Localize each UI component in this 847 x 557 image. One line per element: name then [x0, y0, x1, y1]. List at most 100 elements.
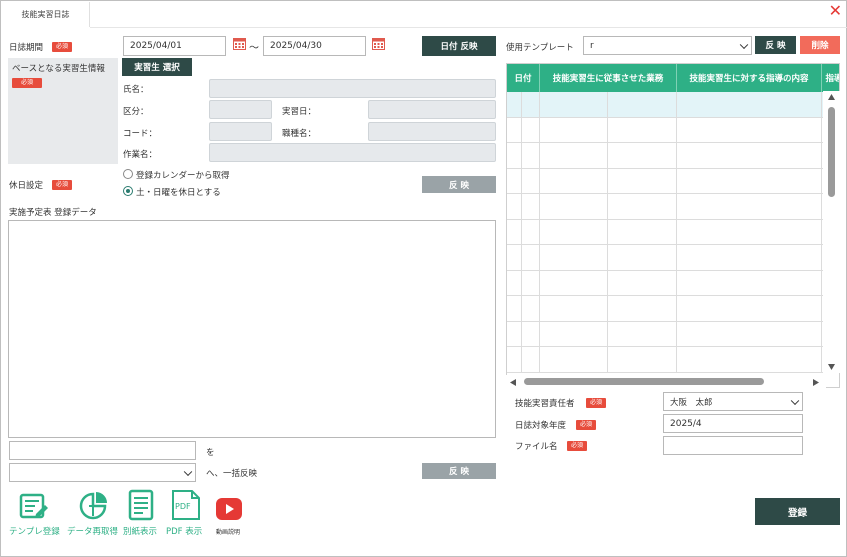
- grid-col-instructor[interactable]: 指導: [822, 64, 839, 92]
- table-cell[interactable]: [540, 270, 608, 295]
- table-cell[interactable]: [540, 143, 608, 168]
- table-cell[interactable]: [522, 143, 540, 168]
- table-cell[interactable]: [608, 117, 677, 142]
- scroll-up-icon[interactable]: [827, 93, 836, 101]
- table-cell[interactable]: [507, 143, 522, 168]
- table-cell[interactable]: [507, 245, 522, 270]
- table-cell[interactable]: [507, 347, 522, 372]
- table-row[interactable]: [507, 245, 825, 271]
- table-cell[interactable]: [540, 117, 608, 142]
- template-select[interactable]: r: [583, 36, 752, 55]
- scroll-left-icon[interactable]: [509, 378, 517, 387]
- period-to-input[interactable]: 2025/04/30: [263, 36, 366, 56]
- table-cell[interactable]: [540, 347, 608, 372]
- table-cell[interactable]: [522, 219, 540, 244]
- table-cell[interactable]: [608, 245, 677, 270]
- table-row[interactable]: [507, 296, 825, 322]
- template-register-label[interactable]: テンプレ登録: [9, 525, 60, 537]
- bulk-target-select[interactable]: [9, 463, 196, 482]
- table-cell[interactable]: [507, 194, 522, 219]
- table-cell[interactable]: [540, 296, 608, 321]
- table-cell[interactable]: [540, 219, 608, 244]
- pdf-icon[interactable]: PDF: [170, 489, 202, 521]
- delete-template-button[interactable]: 削除: [800, 36, 840, 54]
- select-trainee-button[interactable]: 実習生 選択: [122, 58, 192, 76]
- template-register-icon[interactable]: [19, 492, 49, 522]
- grid-col-work[interactable]: 技能実習生に従事させた業務: [540, 64, 677, 92]
- responsible-select[interactable]: 大阪 太郎: [663, 392, 803, 411]
- table-row[interactable]: [507, 143, 825, 169]
- filename-input[interactable]: [663, 436, 803, 455]
- youtube-icon[interactable]: [216, 498, 242, 520]
- table-row[interactable]: [507, 168, 825, 194]
- table-cell[interactable]: [507, 219, 522, 244]
- table-cell[interactable]: [507, 92, 522, 117]
- close-icon[interactable]: ✕: [829, 3, 842, 19]
- apply-template-button[interactable]: 反 映: [755, 36, 796, 54]
- table-cell[interactable]: [677, 194, 822, 219]
- table-cell[interactable]: [608, 194, 677, 219]
- table-cell[interactable]: [677, 296, 822, 321]
- bulk-apply-button[interactable]: 反 映: [422, 463, 496, 479]
- table-cell[interactable]: [608, 321, 677, 346]
- table-cell[interactable]: [522, 296, 540, 321]
- table-row[interactable]: [507, 92, 825, 118]
- grid-col-guidance[interactable]: 技能実習生に対する指導の内容: [677, 64, 822, 92]
- table-cell[interactable]: [608, 219, 677, 244]
- table-cell[interactable]: [677, 92, 822, 117]
- table-cell[interactable]: [677, 117, 822, 142]
- table-row[interactable]: [507, 321, 825, 347]
- table-cell[interactable]: [608, 168, 677, 193]
- table-cell[interactable]: [677, 168, 822, 193]
- video-help-label[interactable]: 動画説明: [216, 527, 240, 536]
- table-cell[interactable]: [677, 321, 822, 346]
- table-cell[interactable]: [522, 168, 540, 193]
- table-cell[interactable]: [540, 168, 608, 193]
- holiday-weekend-radio[interactable]: [123, 186, 133, 196]
- grid-horizontal-scrollbar[interactable]: [506, 375, 826, 389]
- tab-practice-diary[interactable]: 技能実習日誌: [2, 2, 90, 27]
- table-row[interactable]: [507, 347, 825, 373]
- table-cell[interactable]: [608, 296, 677, 321]
- table-cell[interactable]: [677, 347, 822, 372]
- table-cell[interactable]: [507, 321, 522, 346]
- table-cell[interactable]: [522, 245, 540, 270]
- table-cell[interactable]: [540, 245, 608, 270]
- grid-col-date[interactable]: 日付: [507, 64, 540, 92]
- document-icon[interactable]: [128, 489, 154, 521]
- table-row[interactable]: [507, 270, 825, 296]
- vertical-scroll-thumb[interactable]: [828, 107, 835, 197]
- holiday-option-calendar[interactable]: 登録カレンダーから取得: [136, 169, 230, 181]
- apply-date-button[interactable]: 日付 反映: [422, 36, 496, 56]
- bulk-source-input[interactable]: [9, 441, 196, 460]
- holiday-option-weekend[interactable]: 土・日曜を休日とする: [136, 186, 221, 198]
- table-cell[interactable]: [677, 219, 822, 244]
- schedule-textarea[interactable]: [8, 220, 496, 438]
- table-cell[interactable]: [608, 270, 677, 295]
- target-year-input[interactable]: 2025/4: [663, 414, 803, 433]
- table-cell[interactable]: [540, 321, 608, 346]
- table-row[interactable]: [507, 117, 825, 143]
- horizontal-scroll-thumb[interactable]: [524, 378, 764, 385]
- table-row[interactable]: [507, 219, 825, 245]
- grid-vertical-scrollbar[interactable]: [823, 91, 840, 373]
- pdf-view-label[interactable]: PDF 表示: [166, 525, 202, 537]
- table-cell[interactable]: [677, 245, 822, 270]
- calendar-icon[interactable]: [233, 37, 246, 50]
- table-cell[interactable]: [507, 296, 522, 321]
- separate-sheet-label[interactable]: 別紙表示: [123, 525, 157, 537]
- table-cell[interactable]: [677, 270, 822, 295]
- table-cell[interactable]: [507, 270, 522, 295]
- scroll-right-icon[interactable]: [812, 378, 820, 387]
- table-cell[interactable]: [608, 92, 677, 117]
- table-cell[interactable]: [522, 194, 540, 219]
- scroll-down-icon[interactable]: [827, 363, 836, 371]
- pie-chart-icon[interactable]: [77, 490, 109, 522]
- register-button[interactable]: 登録: [755, 498, 840, 525]
- table-cell[interactable]: [608, 347, 677, 372]
- holiday-calendar-radio[interactable]: [123, 169, 133, 179]
- table-cell[interactable]: [677, 143, 822, 168]
- table-cell[interactable]: [507, 168, 522, 193]
- table-cell[interactable]: [522, 321, 540, 346]
- table-cell[interactable]: [522, 347, 540, 372]
